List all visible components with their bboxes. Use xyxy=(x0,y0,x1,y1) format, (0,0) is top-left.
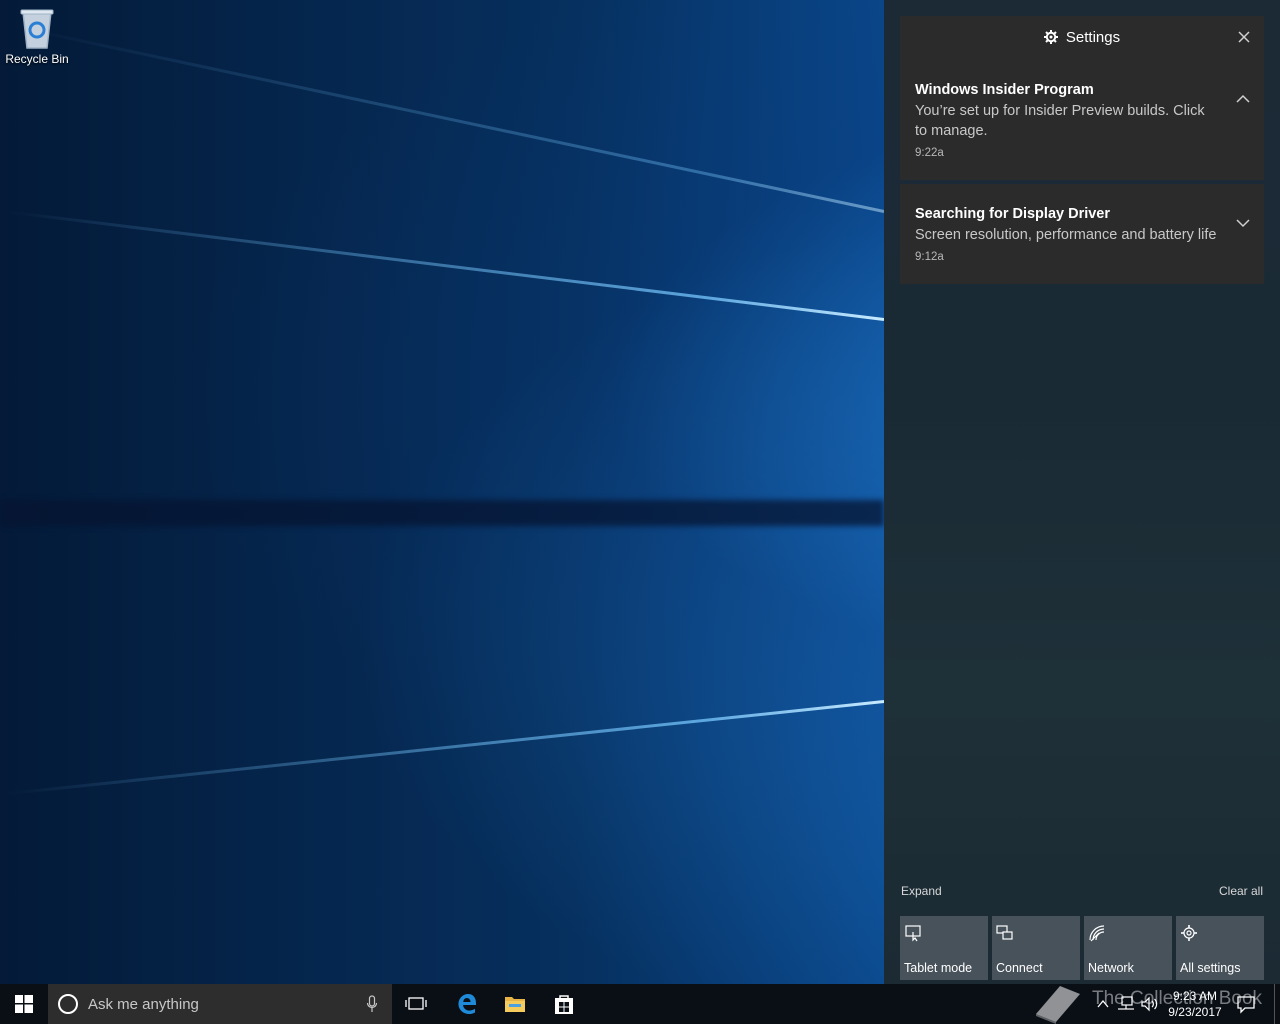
action-center-header: Settings xyxy=(900,16,1264,60)
store-button[interactable] xyxy=(540,984,588,1024)
network-tray-icon[interactable] xyxy=(1117,996,1135,1012)
light-beam xyxy=(6,210,885,321)
chevron-up-icon[interactable] xyxy=(1236,94,1250,104)
clock-date: 9/23/2017 xyxy=(1168,1005,1222,1019)
windows-logo-icon xyxy=(15,995,33,1013)
quick-action-tablet-mode[interactable]: Tablet mode xyxy=(900,916,988,980)
edge-icon xyxy=(458,994,477,1015)
expand-link[interactable]: Expand xyxy=(901,884,942,898)
action-center-icon[interactable] xyxy=(1236,994,1256,1014)
cortana-icon xyxy=(58,994,78,1014)
notification-body: You’re set up for Insider Preview builds… xyxy=(915,103,1205,139)
shadow-band xyxy=(0,500,884,526)
gear-icon xyxy=(1043,30,1058,44)
recycle-bin-icon xyxy=(20,9,54,49)
start-button[interactable] xyxy=(0,984,48,1024)
quick-action-label: Connect xyxy=(996,961,1043,975)
clear-all-link[interactable]: Clear all xyxy=(1219,884,1263,898)
task-view-icon xyxy=(405,997,427,1010)
volume-icon[interactable] xyxy=(1141,996,1159,1012)
action-center-panel: Settings Windows Insider Program You’re … xyxy=(884,0,1280,984)
microphone-icon[interactable] xyxy=(366,995,378,1013)
chevron-down-icon[interactable] xyxy=(1236,218,1250,228)
notification-card[interactable]: Searching for Display Driver Screen reso… xyxy=(900,184,1264,284)
connect-icon xyxy=(996,925,1013,940)
quick-action-label: Network xyxy=(1088,961,1134,975)
file-explorer-button[interactable] xyxy=(491,984,539,1024)
notification-title: Searching for Display Driver xyxy=(915,206,1111,222)
header-title-text: Settings xyxy=(1065,29,1121,46)
settings-gear-icon xyxy=(1181,925,1197,941)
notification-card[interactable]: Windows Insider Program You’re set up fo… xyxy=(900,60,1264,180)
search-placeholder: Ask me anything xyxy=(88,996,199,1013)
notification-title: Windows Insider Program xyxy=(915,82,1094,98)
quick-action-label: Tablet mode xyxy=(904,961,973,975)
chevron-up-tray-icon[interactable] xyxy=(1097,998,1109,1010)
tablet-mode-icon xyxy=(905,925,921,942)
notification-time: 9:12a xyxy=(915,251,944,263)
quick-action-all-settings[interactable]: All settings xyxy=(1176,916,1264,980)
notification-body: Screen resolution, performance and batte… xyxy=(915,227,1217,243)
taskbar: Ask me anything The Collection Book 9:23… xyxy=(0,984,1280,1024)
recycle-bin-label: Recycle Bin xyxy=(5,52,69,66)
book-logo-icon xyxy=(1036,986,1080,1024)
header-title[interactable]: Settings xyxy=(900,29,1264,46)
search-input[interactable]: Ask me anything xyxy=(48,984,392,1024)
network-icon xyxy=(1089,925,1105,942)
quick-action-network[interactable]: Network xyxy=(1084,916,1172,980)
quick-action-connect[interactable]: Connect xyxy=(992,916,1080,980)
system-clock[interactable]: 9:23 AM 9/23/2017 xyxy=(1160,988,1230,1020)
edge-button[interactable] xyxy=(443,984,491,1024)
quick-action-label: All settings xyxy=(1180,961,1241,975)
light-beam xyxy=(19,26,885,213)
close-icon[interactable] xyxy=(1236,29,1252,45)
file-explorer-icon xyxy=(505,997,525,1012)
light-beam xyxy=(4,700,885,796)
show-desktop-button[interactable] xyxy=(1274,984,1280,1024)
task-view-button[interactable] xyxy=(392,984,440,1024)
clock-time: 9:23 AM xyxy=(1172,989,1218,1003)
store-icon xyxy=(555,995,573,1014)
recycle-bin-shortcut[interactable]: Recycle Bin xyxy=(4,6,70,66)
notification-time: 9:22a xyxy=(915,147,944,159)
